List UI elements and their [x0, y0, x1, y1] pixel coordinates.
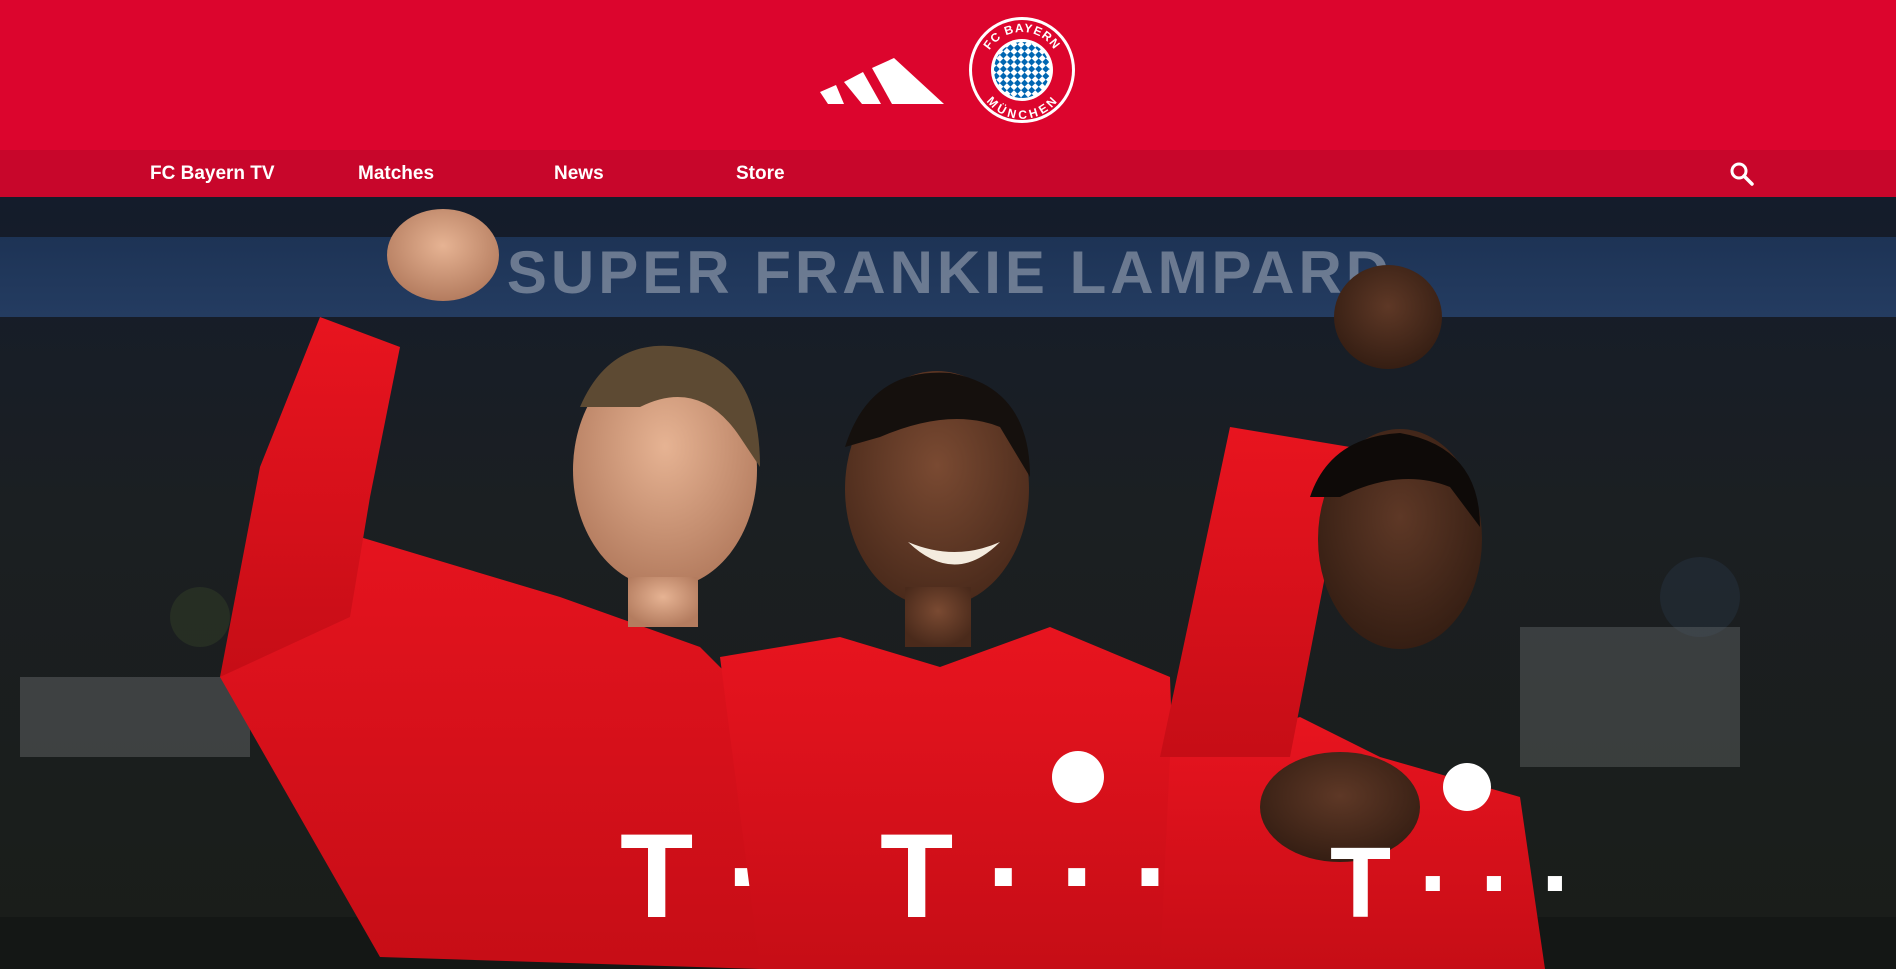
adidas-logo[interactable] [820, 58, 944, 104]
jersey-sponsor-center: T · · · [880, 809, 1173, 943]
nav-item-store[interactable]: Store [736, 150, 785, 197]
stadium-banner-text: SUPER FRANKIE LAMPARD [507, 239, 1393, 306]
hero-image: SUPER FRANKIE LAMPARD T · · · T [0, 197, 1896, 969]
nav-item-news[interactable]: News [554, 150, 604, 197]
site-header: FC BAYERN MÜNCHEN [0, 0, 1896, 150]
main-nav: FC Bayern TV Matches News Store [0, 150, 1896, 197]
jersey-sponsor-right: T · · · [1330, 827, 1574, 939]
fc-bayern-crest[interactable]: FC BAYERN MÜNCHEN [968, 16, 1076, 124]
brand-logos: FC BAYERN MÜNCHEN [820, 16, 1076, 124]
search-icon[interactable] [1728, 160, 1756, 188]
nav-item-matches[interactable]: Matches [358, 150, 434, 197]
nav-item-fc-bayern-tv[interactable]: FC Bayern TV [150, 150, 275, 197]
